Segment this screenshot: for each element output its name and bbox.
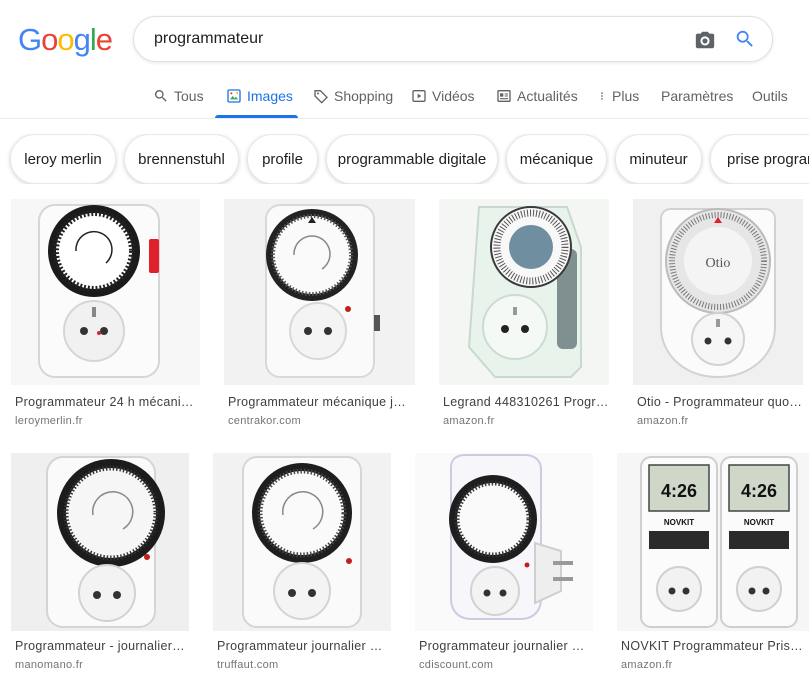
search-input[interactable]: [154, 30, 654, 48]
related-searches-chips: leroy merlin brennenstuhl profile progra…: [0, 134, 809, 184]
image-result[interactable]: 4:26 NOVKIT 4:26 NOVKIT NOVKIT Programma…: [617, 453, 809, 675]
result-title[interactable]: Otio - Programmateur quo…: [637, 395, 809, 409]
timer-image: [213, 453, 391, 631]
tab-videos[interactable]: Vidéos: [411, 78, 475, 118]
result-source: leroymerlin.fr: [15, 415, 83, 427]
result-title[interactable]: Programmateur journalier p…: [217, 639, 389, 653]
more-vert-icon: [601, 92, 603, 100]
image-icon: [227, 89, 241, 103]
tab-shopping[interactable]: Shopping: [313, 78, 393, 118]
logo-letter: o: [41, 22, 58, 57]
result-title[interactable]: Programmateur mécanique jo…: [228, 395, 410, 409]
search-tabs: Tous Images Shopping Vidéos Actualités P…: [0, 78, 809, 118]
brand-label: NOVKIT: [664, 518, 694, 527]
tabs-divider: [0, 118, 809, 119]
logo-letter: e: [95, 22, 113, 57]
image-result[interactable]: Programmateur journalier … cdiscount.com: [415, 453, 593, 675]
result-source: amazon.fr: [637, 415, 689, 427]
chip-programmable-digitale[interactable]: programmable digitale: [326, 134, 498, 184]
tab-outils[interactable]: Outils: [752, 78, 788, 118]
chip-minuteur[interactable]: minuteur: [615, 134, 702, 184]
timer-image: Otio: [633, 199, 803, 385]
brand-label: Otio: [706, 256, 731, 271]
search-icon[interactable]: [734, 28, 756, 50]
result-title[interactable]: Programmateur 24 h mécani…: [15, 395, 195, 409]
search-box[interactable]: [133, 16, 773, 62]
result-source: cdiscount.com: [419, 659, 494, 671]
play-icon: [412, 90, 426, 102]
result-thumbnail[interactable]: [213, 453, 391, 631]
result-source: manomano.fr: [15, 659, 84, 671]
lcd-display: 4:26: [741, 481, 777, 501]
timer-image: [415, 453, 593, 631]
search-icon: [154, 90, 167, 102]
chip-profile[interactable]: profile: [247, 134, 318, 184]
result-thumbnail[interactable]: [224, 199, 415, 385]
timer-image: [11, 453, 189, 631]
result-thumbnail[interactable]: [11, 199, 200, 385]
chip-mecanique[interactable]: mécanique: [506, 134, 607, 184]
image-result[interactable]: Otio Otio - Programmateur quo… amazon.fr: [633, 199, 809, 429]
tab-label: Actualités: [517, 88, 578, 104]
timer-image: [439, 199, 609, 385]
result-thumbnail[interactable]: [439, 199, 609, 385]
image-result[interactable]: Programmateur 24 h mécani… leroymerlin.f…: [11, 199, 201, 429]
tab-label: Plus: [612, 88, 640, 104]
camera-icon[interactable]: [694, 29, 716, 51]
result-thumbnail[interactable]: [11, 453, 189, 631]
google-logo[interactable]: Google: [18, 22, 113, 58]
image-result[interactable]: Legrand 448310261 Progr… amazon.fr: [439, 199, 609, 429]
result-source: amazon.fr: [443, 415, 495, 427]
tab-tous[interactable]: Tous: [153, 78, 204, 118]
logo-letter: G: [18, 22, 42, 57]
tab-label: Vidéos: [432, 88, 475, 104]
result-title[interactable]: Programmateur - journalier …: [15, 639, 187, 653]
chip-prise-program[interactable]: prise program: [710, 134, 809, 184]
tag-icon: [314, 90, 328, 104]
tab-label: Images: [247, 88, 293, 104]
timer-image: 4:26 NOVKIT 4:26 NOVKIT: [617, 453, 809, 631]
image-result[interactable]: Programmateur - journalier … manomano.fr: [11, 453, 189, 675]
image-result[interactable]: Programmateur mécanique jo… centrakor.co…: [224, 199, 415, 429]
lcd-display: 4:26: [661, 481, 697, 501]
logo-letter: o: [57, 22, 74, 57]
chip-brennenstuhl[interactable]: brennenstuhl: [124, 134, 239, 184]
timer-image: [11, 199, 200, 385]
tab-label: Shopping: [334, 88, 394, 104]
tab-images[interactable]: Images: [215, 78, 298, 118]
timer-image: [224, 199, 415, 385]
result-source: centrakor.com: [228, 415, 301, 427]
logo-letter: g: [73, 22, 91, 57]
tab-label: Outils: [752, 88, 788, 104]
tab-label: Tous: [174, 88, 204, 104]
tab-parametres[interactable]: Paramètres: [661, 78, 733, 118]
image-result[interactable]: Programmateur journalier p… truffaut.com: [213, 453, 391, 675]
result-title[interactable]: Programmateur journalier …: [419, 639, 589, 653]
news-icon: [497, 90, 511, 102]
tab-plus[interactable]: Plus: [597, 78, 639, 118]
tab-label: Paramètres: [661, 88, 734, 104]
result-source: truffaut.com: [217, 659, 279, 671]
result-thumbnail[interactable]: [415, 453, 593, 631]
result-thumbnail[interactable]: 4:26 NOVKIT 4:26 NOVKIT: [617, 453, 809, 631]
result-thumbnail[interactable]: Otio: [633, 199, 803, 385]
chip-leroy-merlin[interactable]: leroy merlin: [10, 134, 116, 184]
tab-actualites[interactable]: Actualités: [496, 78, 578, 118]
result-title[interactable]: NOVKIT Programmateur Prise…: [621, 639, 807, 653]
result-source: amazon.fr: [621, 659, 673, 671]
brand-label: NOVKIT: [744, 518, 774, 527]
result-title[interactable]: Legrand 448310261 Progr…: [443, 395, 609, 409]
